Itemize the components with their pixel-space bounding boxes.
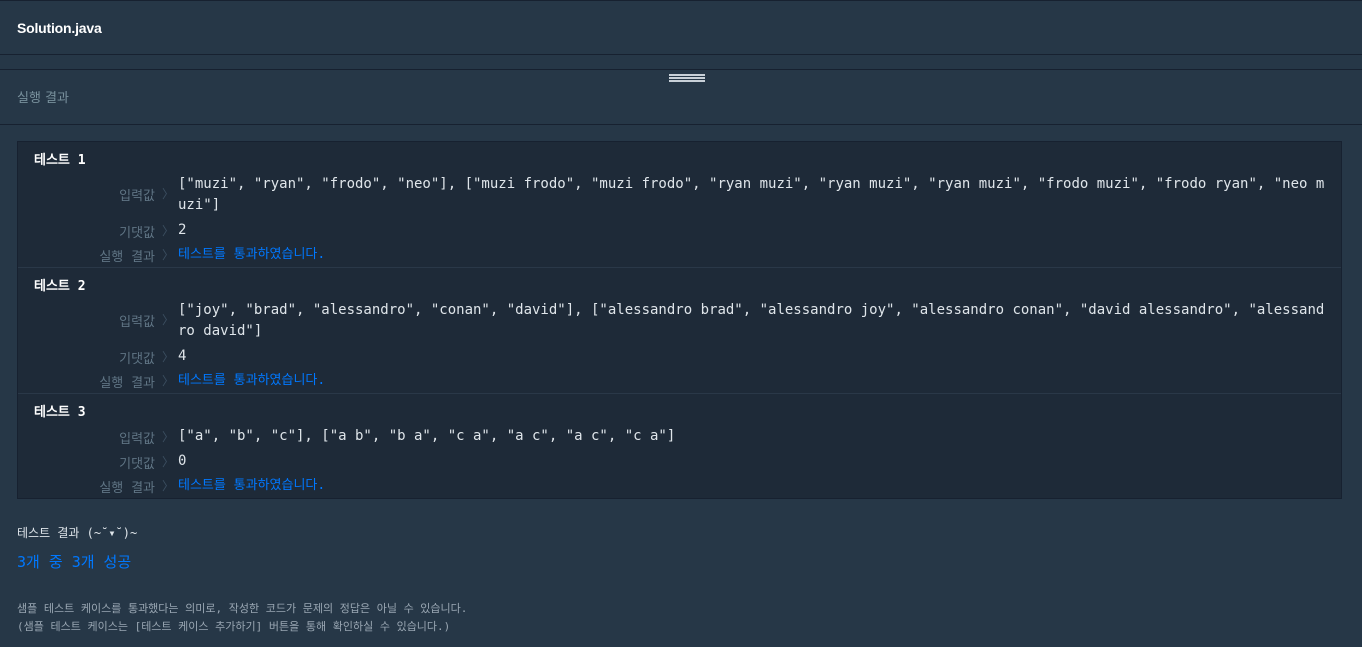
- input-label: 입력값: [119, 189, 155, 204]
- grip-line: [669, 74, 705, 76]
- result-value: 테스트를 통과하였습니다.: [178, 478, 326, 493]
- panel-resize-handle[interactable]: [669, 74, 705, 83]
- result-label: 실행 결과: [99, 250, 155, 265]
- notice-text: 샘플 테스트 케이스를 통과했다는 의미로, 작성한 코드가 문제의 정답은 아…: [17, 602, 468, 615]
- chevron-right-icon: 〉: [162, 224, 175, 238]
- input-value: ["muzi", "ryan", "frodo", "neo"], ["muzi…: [178, 176, 1325, 213]
- test-case: 테스트 1 입력값 〉 ["muzi", "ryan", "frodo", "n…: [18, 142, 1341, 268]
- test-case: 테스트 3 입력값 〉 ["a", "b", "c"], ["a b", "b …: [18, 394, 1341, 498]
- result-value: 테스트를 통과하였습니다.: [178, 247, 326, 262]
- test-summary-label: 테스트 결과 (~˘▾˘)~: [17, 526, 138, 540]
- chevron-right-icon: 〉: [162, 455, 175, 469]
- grip-line: [669, 77, 705, 79]
- test-case-title: 테스트 2: [34, 279, 86, 294]
- file-name-tab[interactable]: Solution.java: [17, 20, 102, 36]
- result-value: 테스트를 통과하였습니다.: [178, 373, 326, 388]
- chevron-right-icon: 〉: [162, 350, 175, 364]
- result-console: 테스트 1 입력값 〉 ["muzi", "ryan", "frodo", "n…: [0, 125, 1362, 647]
- chevron-right-icon: 〉: [162, 248, 175, 262]
- code-runner-app: Solution.java 실행 결과 테스트 1 입력값 〉 ["muzi",…: [0, 0, 1362, 647]
- notice-text: (샘플 테스트 케이스는 [테스트 케이스 추가하기] 버튼을 통해 확인하실 …: [17, 620, 451, 633]
- test-case: 테스트 2 입력값 〉 ["joy", "brad", "alessandro"…: [18, 268, 1341, 394]
- expected-label: 기댓값: [119, 457, 155, 472]
- expected-label: 기댓값: [119, 352, 155, 367]
- chevron-right-icon: 〉: [162, 430, 175, 444]
- test-case-title: 테스트 3: [34, 405, 86, 420]
- input-label: 입력값: [119, 432, 155, 447]
- test-summary-value: 3개 중 3개 성공: [17, 553, 132, 571]
- chevron-right-icon: 〉: [162, 374, 175, 388]
- chevron-right-icon: 〉: [162, 479, 175, 493]
- panel-divider: [0, 55, 1362, 70]
- result-panel-title: 실행 결과: [17, 91, 69, 106]
- editor-tab-bar: Solution.java: [0, 0, 1362, 55]
- expected-value: 2: [178, 222, 187, 238]
- chevron-right-icon: 〉: [162, 187, 175, 201]
- chevron-right-icon: 〉: [162, 313, 175, 327]
- test-case-title: 테스트 1: [34, 153, 86, 168]
- input-value: ["joy", "brad", "alessandro", "conan", "…: [178, 302, 1325, 339]
- result-label: 실행 결과: [99, 481, 155, 496]
- expected-value: 0: [178, 453, 187, 469]
- input-label: 입력값: [119, 315, 155, 330]
- result-label: 실행 결과: [99, 376, 155, 391]
- test-results-list: 테스트 1 입력값 〉 ["muzi", "ryan", "frodo", "n…: [17, 141, 1342, 499]
- input-value: ["a", "b", "c"], ["a b", "b a", "c a", "…: [178, 428, 676, 444]
- expected-value: 4: [178, 348, 187, 364]
- grip-line: [669, 80, 705, 82]
- expected-label: 기댓값: [119, 226, 155, 241]
